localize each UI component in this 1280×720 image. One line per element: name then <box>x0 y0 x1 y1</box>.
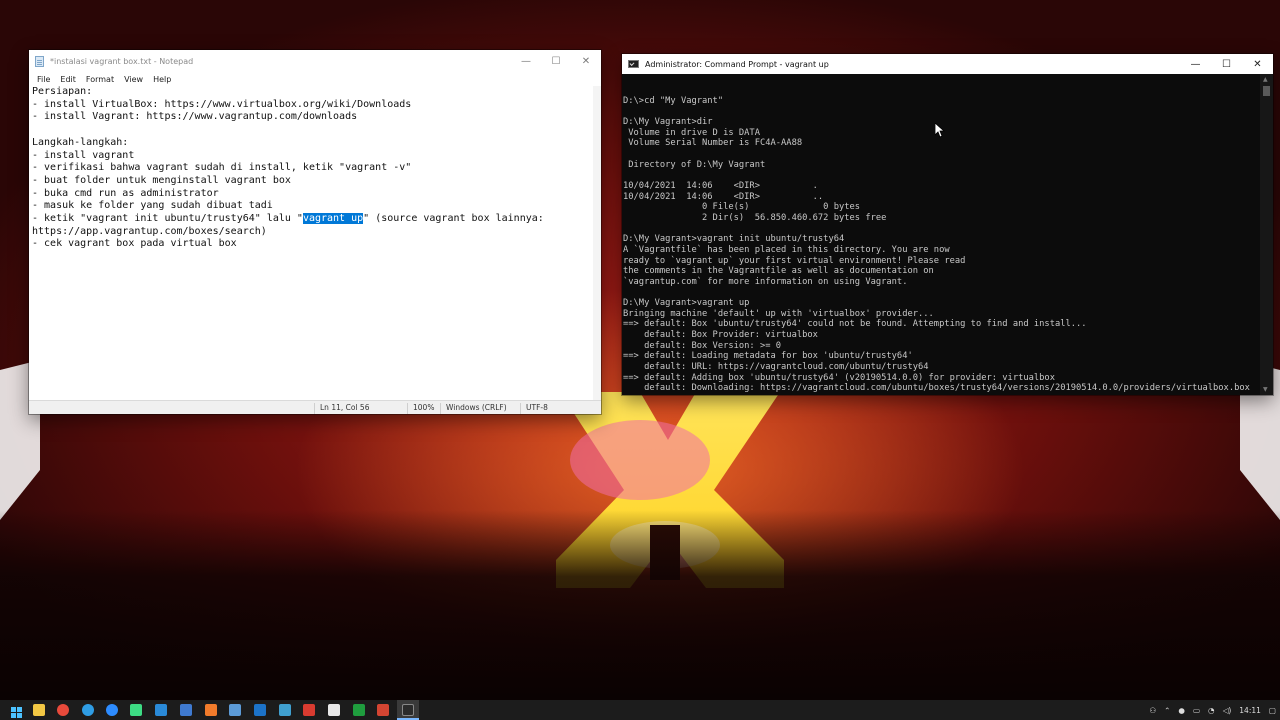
app-icon[interactable] <box>353 704 365 716</box>
menu-help[interactable]: Help <box>148 75 176 84</box>
app-icon[interactable] <box>328 704 340 716</box>
file-explorer-icon[interactable] <box>33 704 45 716</box>
volume-icon[interactable]: ◁) <box>1223 706 1232 715</box>
status-encoding: UTF-8 <box>520 403 548 414</box>
cmd-window[interactable]: Administrator: Command Prompt - vagrant … <box>622 54 1273 395</box>
app-icon[interactable] <box>377 704 389 716</box>
app-icon[interactable] <box>229 704 241 716</box>
scroll-up-icon[interactable]: ▲ <box>1263 76 1268 83</box>
notepad-text-area[interactable]: Persiapan: - install VirtualBox: https:/… <box>29 86 601 402</box>
system-tray: ⚇ ⌃ ● ▭ ◔ ◁) 14:11 ▢ <box>1145 700 1280 720</box>
minimize-button[interactable]: — <box>1180 54 1211 74</box>
notepad-title: *instalasi vagrant box.txt - Notepad <box>50 56 194 66</box>
pink-swirl <box>570 420 710 500</box>
notepad-titlebar[interactable]: *instalasi vagrant box.txt - Notepad — ☐… <box>29 50 601 72</box>
close-button[interactable]: ✕ <box>571 50 601 72</box>
cmd-title: Administrator: Command Prompt - vagrant … <box>645 59 829 69</box>
taskbar: ⚇ ⌃ ● ▭ ◔ ◁) 14:11 ▢ <box>0 700 1280 720</box>
chrome-icon[interactable] <box>57 704 69 716</box>
status-position: Ln 11, Col 56 <box>314 403 369 414</box>
outlook-icon[interactable] <box>254 704 266 716</box>
network-icon[interactable]: ◔ <box>1208 706 1215 715</box>
start-icon[interactable] <box>11 704 23 718</box>
zoom-icon[interactable] <box>106 704 118 716</box>
maximize-button[interactable]: ☐ <box>541 50 571 72</box>
vscode-icon[interactable] <box>155 704 167 716</box>
cmd-icon <box>628 60 639 68</box>
status-line-ending: Windows (CRLF) <box>440 403 507 414</box>
menu-file[interactable]: File <box>32 75 55 84</box>
cmd-taskbar-button[interactable] <box>397 700 419 720</box>
maximize-button[interactable]: ☐ <box>1211 54 1242 74</box>
notepad-icon <box>35 55 44 67</box>
scroll-down-icon[interactable]: ▼ <box>1263 386 1268 393</box>
adobe-icon[interactable] <box>303 704 315 716</box>
battery-icon[interactable]: ▭ <box>1193 706 1200 715</box>
notification-icon[interactable]: ▢ <box>1269 706 1276 715</box>
app-icon[interactable] <box>205 704 217 716</box>
notepad-menubar: File Edit Format View Help <box>29 72 601 86</box>
microphone-icon[interactable]: ● <box>1178 706 1185 715</box>
menu-edit[interactable]: Edit <box>55 75 81 84</box>
notepad-scrollbar[interactable] <box>593 86 601 402</box>
cmd-taskbar-icon <box>402 704 414 716</box>
android-studio-icon[interactable] <box>130 704 142 716</box>
status-zoom: 100% <box>407 403 434 414</box>
menu-format[interactable]: Format <box>81 75 119 84</box>
notepad-statusbar: Ln 11, Col 56 100% Windows (CRLF) UTF-8 <box>29 400 601 414</box>
cmd-titlebar[interactable]: Administrator: Command Prompt - vagrant … <box>622 54 1273 74</box>
app-icon[interactable] <box>279 704 291 716</box>
close-button[interactable]: ✕ <box>1242 54 1273 74</box>
virtualbox-icon[interactable] <box>180 704 192 716</box>
notepad-window[interactable]: *instalasi vagrant box.txt - Notepad — ☐… <box>29 50 601 414</box>
menu-view[interactable]: View <box>119 75 148 84</box>
selected-text: vagrant up <box>302 213 364 225</box>
edge-icon[interactable] <box>82 704 94 716</box>
chevron-up-icon[interactable]: ⌃ <box>1164 706 1170 715</box>
crowd-silhouette <box>0 510 1280 700</box>
text-before-selection: Persiapan: - install VirtualBox: https:/… <box>32 86 412 225</box>
mouse-cursor-icon <box>935 123 945 138</box>
cmd-scrollbar[interactable]: ▲ ▼ <box>1260 74 1273 395</box>
minimize-button[interactable]: — <box>511 50 541 72</box>
clock[interactable]: 14:11 <box>1239 706 1261 715</box>
scroll-thumb[interactable] <box>1263 86 1270 96</box>
people-icon[interactable]: ⚇ <box>1149 706 1156 715</box>
